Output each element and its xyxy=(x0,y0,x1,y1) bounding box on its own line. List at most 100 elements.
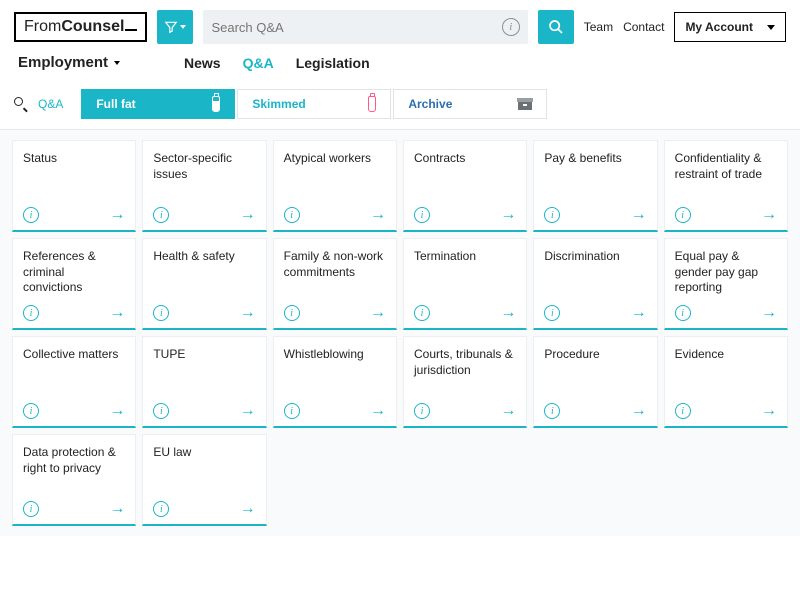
archive-icon xyxy=(518,98,532,110)
logo[interactable]: FromCounsel xyxy=(14,12,147,42)
arrow-right-icon[interactable]: → xyxy=(240,206,256,224)
topic-title: EU law xyxy=(153,445,255,461)
topic-card[interactable]: Pay & benefitsi→ xyxy=(533,140,657,232)
arrow-right-icon[interactable]: → xyxy=(109,402,125,420)
topic-card[interactable]: Confidentiality & restraint of tradei→ xyxy=(664,140,788,232)
info-icon[interactable]: i xyxy=(153,501,169,517)
search-button[interactable] xyxy=(538,10,574,44)
info-icon[interactable]: i xyxy=(544,305,560,321)
info-icon[interactable]: i xyxy=(675,305,691,321)
topic-grid: Statusi→Sector-specific issuesi→Atypical… xyxy=(0,130,800,536)
arrow-right-icon[interactable]: → xyxy=(240,304,256,322)
arrow-right-icon[interactable]: → xyxy=(240,500,256,518)
search-bar: i xyxy=(203,10,527,44)
info-icon[interactable]: i xyxy=(23,207,39,223)
arrow-right-icon[interactable]: → xyxy=(109,500,125,518)
info-icon[interactable]: i xyxy=(414,207,430,223)
tab-news[interactable]: News xyxy=(184,55,221,71)
card-footer: i→ xyxy=(23,304,125,322)
info-icon[interactable]: i xyxy=(23,403,39,419)
funnel-icon xyxy=(164,20,178,34)
tab-legislation[interactable]: Legislation xyxy=(296,55,370,71)
info-icon[interactable]: i xyxy=(23,305,39,321)
arrow-right-icon[interactable]: → xyxy=(761,304,777,322)
arrow-right-icon[interactable]: → xyxy=(500,206,516,224)
info-icon[interactable]: i xyxy=(284,207,300,223)
topic-card[interactable]: Health & safetyi→ xyxy=(142,238,266,330)
view-tab-full-fat[interactable]: Full fat xyxy=(81,89,235,119)
arrow-right-icon[interactable]: → xyxy=(761,402,777,420)
info-icon[interactable]: i xyxy=(544,403,560,419)
team-link[interactable]: Team xyxy=(584,20,613,34)
contact-link[interactable]: Contact xyxy=(623,20,664,34)
card-footer: i→ xyxy=(284,304,386,322)
topic-card[interactable]: Terminationi→ xyxy=(403,238,527,330)
info-icon[interactable]: i xyxy=(675,403,691,419)
topic-card[interactable]: Family & non-work commitmentsi→ xyxy=(273,238,397,330)
search-info-icon[interactable]: i xyxy=(502,18,520,36)
topic-title: Contracts xyxy=(414,151,516,167)
arrow-right-icon[interactable]: → xyxy=(109,304,125,322)
topic-card[interactable]: EU lawi→ xyxy=(142,434,266,526)
arrow-right-icon[interactable]: → xyxy=(500,402,516,420)
arrow-right-icon[interactable]: → xyxy=(370,304,386,322)
info-icon[interactable]: i xyxy=(23,501,39,517)
topic-card[interactable]: Courts, tribunals & jurisdictioni→ xyxy=(403,336,527,428)
my-account-button[interactable]: My Account xyxy=(674,12,786,42)
topic-card[interactable]: Discriminationi→ xyxy=(533,238,657,330)
bottle-empty-icon xyxy=(368,96,376,112)
arrow-right-icon[interactable]: → xyxy=(109,206,125,224)
topic-card[interactable]: Whistleblowingi→ xyxy=(273,336,397,428)
info-icon[interactable]: i xyxy=(153,207,169,223)
topic-card[interactable]: Data protection & right to privacyi→ xyxy=(12,434,136,526)
my-account-label: My Account xyxy=(685,20,753,34)
info-icon[interactable]: i xyxy=(284,305,300,321)
topic-card[interactable]: Procedurei→ xyxy=(533,336,657,428)
view-tab-archive[interactable]: Archive xyxy=(393,89,547,119)
card-footer: i→ xyxy=(414,304,516,322)
arrow-right-icon[interactable]: → xyxy=(500,304,516,322)
topic-card[interactable]: Status i → xyxy=(12,140,136,232)
info-icon[interactable]: i xyxy=(544,207,560,223)
category-dropdown[interactable]: Employment xyxy=(18,54,120,71)
topic-card[interactable]: Equal pay & gender pay gap reportingi→ xyxy=(664,238,788,330)
search-input[interactable] xyxy=(211,20,501,35)
arrow-right-icon[interactable]: → xyxy=(631,304,647,322)
view-tab-label: Archive xyxy=(408,97,452,111)
tab-qa[interactable]: Q&A xyxy=(243,55,274,71)
filter-button[interactable] xyxy=(157,10,193,44)
topic-title: Pay & benefits xyxy=(544,151,646,167)
info-icon[interactable]: i xyxy=(414,403,430,419)
logo-cursor xyxy=(125,29,137,31)
arrow-right-icon[interactable]: → xyxy=(631,402,647,420)
topic-title: Family & non-work commitments xyxy=(284,249,386,280)
breadcrumb[interactable]: Q&A xyxy=(38,97,63,111)
arrow-right-icon[interactable]: → xyxy=(240,402,256,420)
caret-down-icon xyxy=(114,61,120,65)
topic-title: Status xyxy=(23,151,125,167)
topic-card[interactable]: Evidencei→ xyxy=(664,336,788,428)
card-footer: i→ xyxy=(675,206,777,224)
arrow-right-icon[interactable]: → xyxy=(370,402,386,420)
card-footer: i→ xyxy=(23,402,125,420)
magnifier-icon[interactable] xyxy=(14,97,28,111)
topic-card[interactable]: TUPEi→ xyxy=(142,336,266,428)
topic-card[interactable]: Atypical workersi→ xyxy=(273,140,397,232)
info-icon[interactable]: i xyxy=(414,305,430,321)
topic-card[interactable]: Sector-specific issuesi→ xyxy=(142,140,266,232)
arrow-right-icon[interactable]: → xyxy=(370,206,386,224)
view-tab-skimmed[interactable]: Skimmed xyxy=(237,89,391,119)
topic-card[interactable]: Contracts i → xyxy=(403,140,527,232)
arrow-right-icon[interactable]: → xyxy=(631,206,647,224)
info-icon[interactable]: i xyxy=(675,207,691,223)
card-footer: i→ xyxy=(544,206,646,224)
arrow-right-icon[interactable]: → xyxy=(761,206,777,224)
card-footer: i→ xyxy=(284,206,386,224)
card-footer: i→ xyxy=(153,500,255,518)
info-icon[interactable]: i xyxy=(284,403,300,419)
topic-card[interactable]: Collective mattersi→ xyxy=(12,336,136,428)
info-icon[interactable]: i xyxy=(153,403,169,419)
logo-text-bold: Counsel xyxy=(61,18,124,36)
topic-card[interactable]: References & criminal convictionsi→ xyxy=(12,238,136,330)
info-icon[interactable]: i xyxy=(153,305,169,321)
